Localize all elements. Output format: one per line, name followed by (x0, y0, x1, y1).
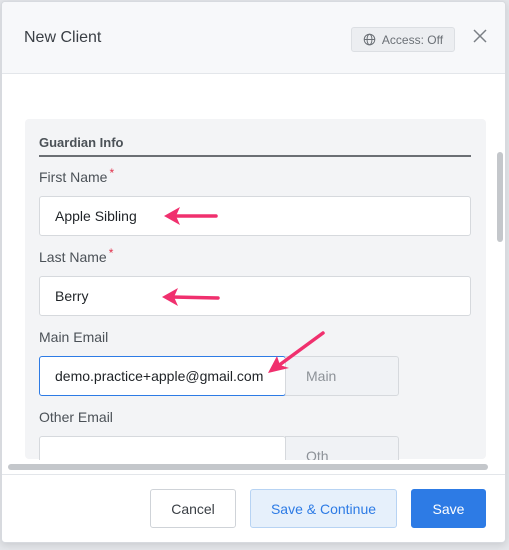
cancel-button[interactable]: Cancel (150, 489, 236, 528)
globe-icon (363, 33, 376, 46)
horizontal-scrollbar[interactable] (8, 464, 488, 470)
section-divider (39, 155, 471, 157)
last-name-input[interactable]: Berry (39, 276, 471, 316)
dialog-title: New Client (24, 29, 102, 46)
main-email-value: demo.practice+apple@gmail.com (55, 368, 264, 384)
annotation-arrow-first-name (164, 207, 218, 225)
other-email-input[interactable] (39, 436, 286, 460)
dialog-header: New Client Access: Off (2, 2, 505, 74)
first-name-input[interactable]: Apple Sibling (39, 196, 471, 236)
guardian-info-section: Guardian Info First Name * Apple Sibling … (25, 119, 486, 460)
access-label: Access: Off (381, 32, 444, 47)
annotation-arrow-main-email (268, 331, 325, 373)
required-mark: * (109, 166, 115, 180)
save-button[interactable]: Save (411, 489, 486, 528)
save-and-continue-button[interactable]: Save & Continue (250, 489, 397, 528)
access-toggle[interactable]: Access: Off (351, 27, 455, 52)
required-mark: * (108, 246, 114, 260)
section-title: Guardian Info (39, 135, 124, 150)
close-icon[interactable] (472, 28, 488, 44)
other-email-type-select[interactable]: Oth (285, 436, 399, 460)
first-name-label-text: First Name (39, 169, 108, 185)
other-email-label: Other Email (39, 409, 113, 425)
footer-divider (2, 474, 505, 475)
first-name-label: First Name * (39, 166, 115, 185)
main-email-input[interactable]: demo.practice+apple@gmail.com (39, 356, 286, 396)
last-name-value: Berry (55, 288, 89, 304)
first-name-value: Apple Sibling (55, 208, 137, 224)
new-client-dialog: New Client Access: Off Guardian Info Fir… (1, 1, 506, 543)
vertical-scrollbar[interactable] (497, 152, 503, 242)
last-name-label: Last Name * (39, 246, 114, 265)
main-email-label: Main Email (39, 329, 109, 345)
dialog-body: Guardian Info First Name * Apple Sibling … (2, 74, 505, 460)
annotation-arrow-last-name (162, 288, 220, 306)
last-name-label-text: Last Name (39, 249, 107, 265)
